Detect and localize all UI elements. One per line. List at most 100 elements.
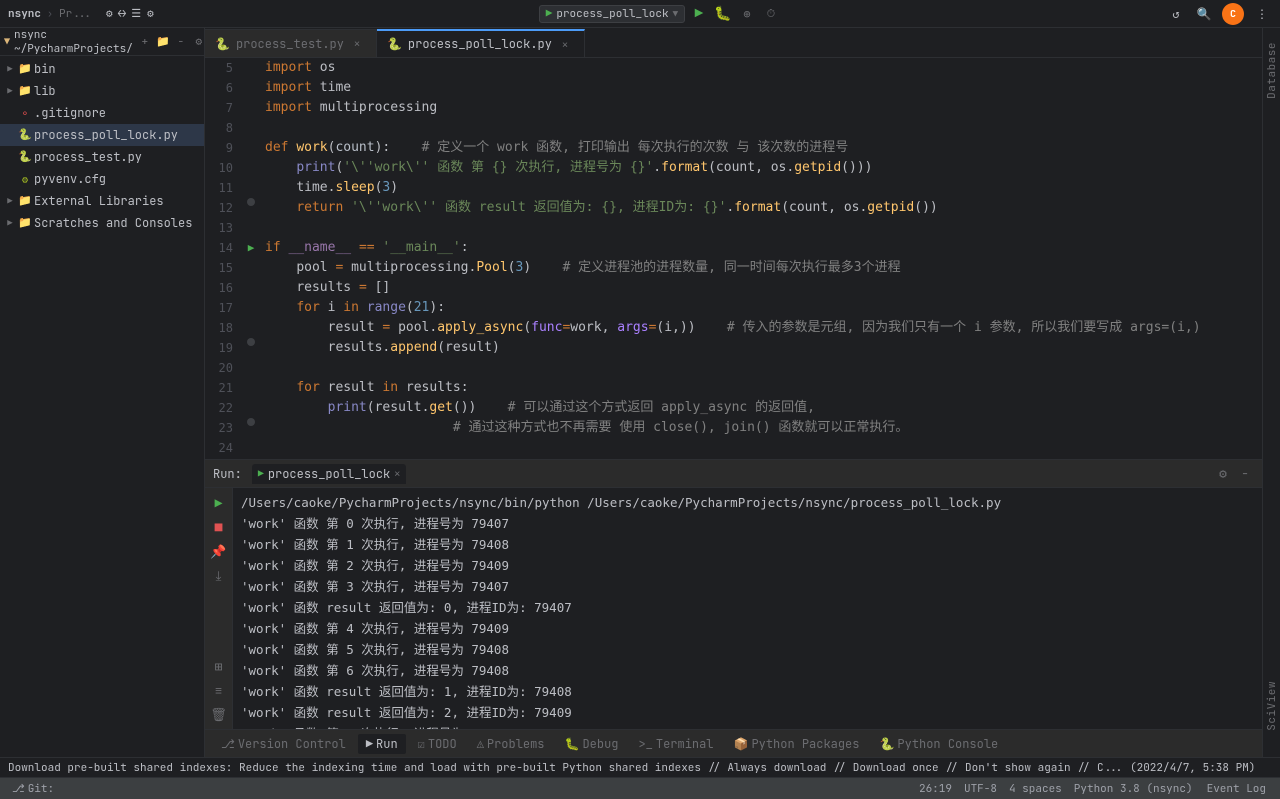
sidebar-item-process-test[interactable]: ▶ 🐍 process_test.py	[0, 146, 204, 168]
sidebar-item-gitignore[interactable]: ▶ ⚬ .gitignore	[0, 102, 204, 124]
status-python[interactable]: Python 3.8 (nsync)	[1070, 782, 1197, 796]
line-num-20: 20	[205, 358, 241, 378]
sidebar-settings-icon[interactable]: ⚙	[191, 34, 205, 50]
run-config-label: process_poll_lock	[556, 7, 668, 21]
new-file-icon[interactable]: +	[137, 34, 153, 50]
status-git[interactable]: ⎇ Git:	[8, 782, 58, 796]
far-right-sciview-label[interactable]: SciView	[1265, 675, 1279, 737]
status-encoding[interactable]: UTF-8	[960, 782, 1001, 796]
code-scroll[interactable]: 5 import os 6 import time 7 impor	[205, 58, 1262, 459]
run-clear-btn[interactable]: 🗑	[208, 703, 230, 725]
run-pin-btn[interactable]: 📌	[208, 540, 230, 562]
code-line-21: 21 for result in results:	[205, 378, 1262, 398]
run-stop-btn[interactable]: ■	[208, 516, 230, 538]
line-content-19[interactable]: results.append(result)	[261, 338, 1262, 358]
gutter-12	[241, 198, 261, 206]
line-content-25[interactable]: if __name__ == '__main__'	[261, 458, 1262, 459]
tab-close-process-test[interactable]: ✕	[350, 37, 364, 51]
more-options-button[interactable]: ⋮	[1252, 4, 1272, 24]
btab-python-console[interactable]: 🐍 Python Console	[871, 734, 1006, 754]
sidebar-item-external-libs[interactable]: ▶ 📁 External Libraries	[0, 190, 204, 212]
sidebar-label-pplock: process_poll_lock.py	[34, 127, 178, 143]
sidebar-label-gitignore: .gitignore	[34, 105, 106, 121]
run-scroll-btn[interactable]: ⤓	[208, 564, 230, 586]
run-button[interactable]: ▶	[689, 4, 709, 24]
line-content-16[interactable]: results = []	[261, 278, 1262, 298]
collapse-icon[interactable]: −	[173, 34, 189, 50]
line-content-6[interactable]: import time	[261, 78, 1262, 98]
gutter-14: ▶	[241, 238, 261, 258]
sync-icon: ↔	[119, 7, 126, 21]
run-panel: Run: ▶ process_poll_lock ✕ ⚙ − ▶ ■ 📌	[205, 459, 1262, 729]
debug-icon-btab: 🐛	[565, 736, 580, 752]
line-content-18[interactable]: result = pool.apply_async(func=work, arg…	[261, 318, 1262, 338]
file-icon-gitignore: ⚬	[18, 106, 32, 120]
status-indent[interactable]: 4 spaces	[1005, 782, 1066, 796]
run-output[interactable]: /Users/caoke/PycharmProjects/nsync/bin/p…	[233, 488, 1262, 729]
run-softrap-btn[interactable]: ≡	[208, 679, 230, 701]
terminal-icon: >_	[638, 736, 652, 752]
tab-process-test[interactable]: 🐍 process_test.py ✕	[205, 29, 377, 57]
folder-icon-lib: 📁	[18, 84, 32, 98]
sidebar-item-bin[interactable]: ▶ 📁 bin	[0, 58, 204, 80]
btab-run[interactable]: ▶ Run	[358, 734, 406, 754]
tab-icon-process-test: 🐍	[215, 36, 230, 52]
code-line-11: 11 time.sleep(3)	[205, 178, 1262, 198]
update-button[interactable]: ↺	[1166, 4, 1186, 24]
run-tab-close[interactable]: ✕	[394, 467, 400, 480]
btab-label-todo: TODO	[428, 736, 457, 752]
code-line-16: 16 results = []	[205, 278, 1262, 298]
code-line-8: 8	[205, 118, 1262, 138]
line-content-12[interactable]: return '\''work\'' 函数 result 返回值为: {}, 进…	[261, 198, 1262, 218]
far-right-database-label[interactable]: Database	[1265, 36, 1279, 105]
run-settings-icon[interactable]: ⚙	[1214, 465, 1232, 483]
profile-button[interactable]: ⏱	[761, 4, 781, 24]
line-num-6: 6	[205, 78, 241, 98]
status-line-col[interactable]: 26:19	[915, 782, 956, 796]
code-line-18: 18 result = pool.apply_async(func=work, …	[205, 318, 1262, 338]
new-folder-icon[interactable]: 📁	[155, 34, 171, 50]
run-config-selector[interactable]: ▶ process_poll_lock ▼	[539, 5, 685, 23]
btab-debug[interactable]: 🐛 Debug	[557, 734, 627, 754]
run-filter-btn[interactable]: ⊞	[208, 655, 230, 677]
run-output-line-4: 'work' 函数 result 返回值为: 0, 进程ID为: 79407	[241, 597, 1254, 618]
tab-process-poll-lock[interactable]: 🐍 process_poll_lock.py ✕	[377, 29, 585, 57]
btab-label-python-console: Python Console	[897, 736, 998, 752]
btab-terminal[interactable]: >_ Terminal	[630, 734, 721, 754]
event-log-button[interactable]: Event Log	[1201, 782, 1272, 796]
status-right: 26:19 UTF-8 4 spaces Python 3.8 (nsync) …	[915, 782, 1272, 796]
run-restart-btn[interactable]: ▶	[208, 492, 230, 514]
search-button[interactable]: 🔍	[1194, 4, 1214, 24]
tab-close-process-poll-lock[interactable]: ✕	[558, 37, 572, 51]
version-control-icon: ⎇	[221, 736, 235, 752]
line-content-11[interactable]: time.sleep(3)	[261, 178, 1262, 198]
run-tab-process-poll-lock[interactable]: ▶ process_poll_lock ✕	[252, 464, 406, 484]
user-avatar[interactable]: C	[1222, 3, 1244, 25]
line-content-14[interactable]: if __name__ == '__main__':	[261, 238, 1262, 258]
line-content-9[interactable]: def work(count): # 定义一个 work 函数, 打印输出 每次…	[261, 138, 1262, 158]
btab-problems[interactable]: ⚠ Problems	[469, 734, 553, 754]
line-content-23[interactable]: # 通过这种方式也不再需要 使用 close(), join() 函数就可以正常…	[261, 418, 1262, 438]
line-content-5[interactable]: import os	[261, 58, 1262, 78]
line-content-7[interactable]: import multiprocessing	[261, 98, 1262, 118]
line-content-17[interactable]: for i in range(21):	[261, 298, 1262, 318]
far-right-bar: Database SciView	[1262, 28, 1280, 757]
sidebar-item-process-poll-lock[interactable]: ▶ 🐍 process_poll_lock.py	[0, 124, 204, 146]
run-minimize-icon[interactable]: −	[1236, 465, 1254, 483]
btab-version-control[interactable]: ⎇ Version Control	[213, 734, 354, 754]
code-line-25: 25 if __name__ == '__main__'	[205, 458, 1262, 459]
btab-todo[interactable]: ☑ TODO	[410, 734, 465, 754]
sidebar-item-lib[interactable]: ▶ 📁 lib	[0, 80, 204, 102]
sidebar-item-pyvenv[interactable]: ▶ ⚙ pyvenv.cfg	[0, 168, 204, 190]
line-content-15[interactable]: pool = multiprocessing.Pool(3) # 定义进程池的进…	[261, 258, 1262, 278]
coverage-button[interactable]: ⊕	[737, 4, 757, 24]
debug-button[interactable]: 🐛	[713, 4, 733, 24]
line-content-22[interactable]: print(result.get()) # 可以通过这个方式返回 apply_a…	[261, 398, 1262, 418]
line-content-21[interactable]: for result in results:	[261, 378, 1262, 398]
line-content-10[interactable]: print('\''work\'' 函数 第 {} 次执行, 进程号为 {}'.…	[261, 158, 1262, 178]
indent-value: 4 spaces	[1009, 782, 1062, 796]
sidebar-item-scratches[interactable]: ▶ 📁 Scratches and Consoles	[0, 212, 204, 234]
line-num-15: 15	[205, 258, 241, 278]
btab-python-packages[interactable]: 📦 Python Packages	[726, 734, 868, 754]
line-num-13: 13	[205, 218, 241, 238]
